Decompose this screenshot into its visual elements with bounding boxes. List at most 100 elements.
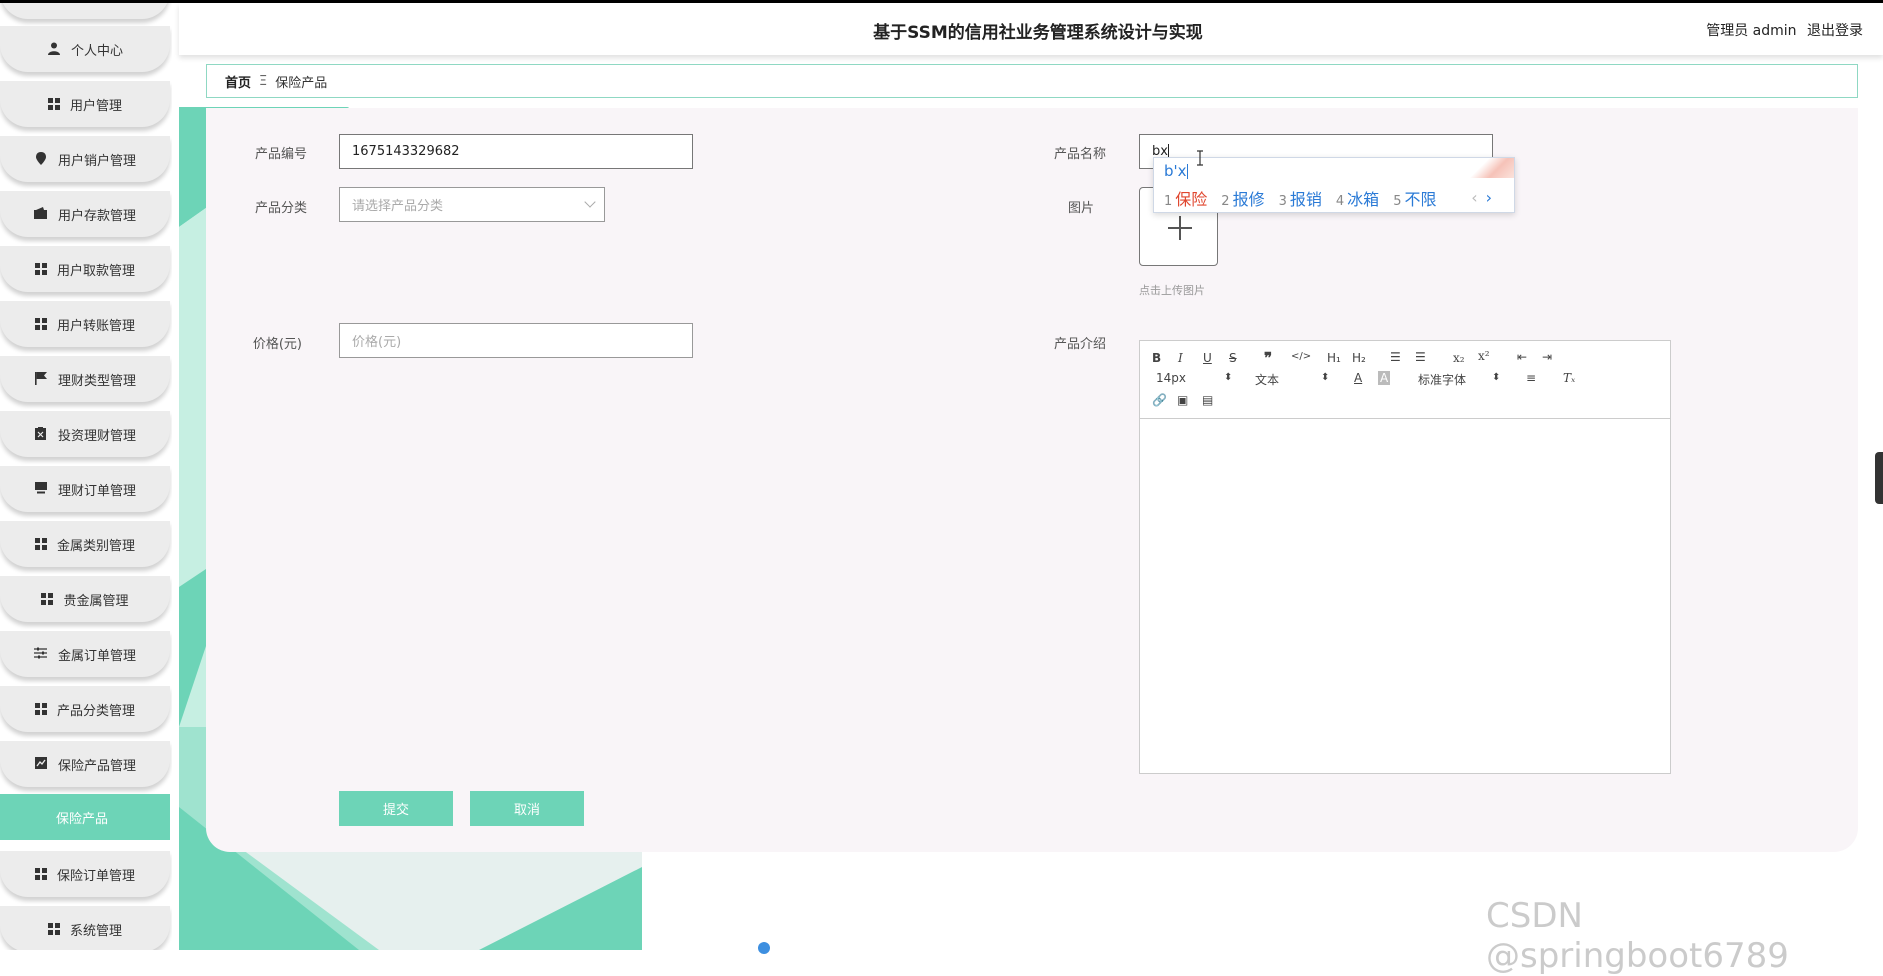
person-icon <box>47 42 61 56</box>
image-icon[interactable]: ▣ <box>1177 393 1188 407</box>
editor-content-area[interactable] <box>1140 420 1670 773</box>
font-size-select[interactable]: 14px <box>1156 371 1186 385</box>
sidebar-item-label: 保险产品 <box>56 811 109 827</box>
sidebar-item-label: 保险产品管理 <box>57 758 136 774</box>
sidebar-item-label: 个人中心 <box>70 43 123 59</box>
video-icon[interactable]: ▤ <box>1202 393 1213 407</box>
sidebar-item-metal-category[interactable]: 金属类别管理 <box>0 521 170 567</box>
grid-icon <box>34 538 47 550</box>
sidebar-item-label: 金属类别管理 <box>56 538 135 554</box>
superscript-icon[interactable]: x² <box>1478 349 1490 363</box>
sidebar-item-insurance-product-mgmt[interactable]: 保险产品管理 <box>0 741 170 787</box>
grid-icon <box>34 263 47 275</box>
ime-prev-icon[interactable]: ‹ <box>1471 188 1477 207</box>
sidebar-item-top-cut <box>0 3 170 19</box>
sidebar-item-finance-type[interactable]: 理财类型管理 <box>0 356 170 402</box>
font-color-icon[interactable]: A <box>1354 371 1362 385</box>
user-role-label: 管理员 admin <box>1706 23 1797 39</box>
sidebar-item-product-category[interactable]: 产品分类管理 <box>0 686 170 732</box>
ime-candidate[interactable]: 1 保险 <box>1164 186 1207 210</box>
align-icon[interactable]: ≡ <box>1526 371 1536 385</box>
ime-candidate[interactable]: 2 报修 <box>1221 186 1264 210</box>
logout-link[interactable]: 退出登录 <box>1807 23 1863 39</box>
bold-icon[interactable]: B <box>1152 351 1161 365</box>
ime-candidate[interactable]: 4 冰箱 <box>1336 186 1379 210</box>
category-placeholder: 请选择产品分类 <box>352 199 444 214</box>
sidebar-item-precious-metal[interactable]: 贵金属管理 <box>0 576 170 622</box>
ordered-list-icon[interactable]: ☰ <box>1390 350 1401 364</box>
sidebar-item-user-mgmt[interactable]: 用户管理 <box>0 81 170 127</box>
ime-composition: b'x <box>1164 162 1188 180</box>
sidebar-item-label: 保险订单管理 <box>56 868 135 884</box>
sidebar-item-insurance-order[interactable]: 保险订单管理 <box>0 851 170 897</box>
sidebar-item-label: 投资理财管理 <box>57 428 136 444</box>
ime-candidate[interactable]: 5 不限 <box>1393 186 1436 210</box>
sidebar-item-label: 产品分类管理 <box>56 703 135 719</box>
subscript-icon[interactable]: x₂ <box>1453 351 1465 365</box>
grid-icon <box>47 98 60 110</box>
category-select[interactable]: 请选择产品分类 <box>339 187 605 222</box>
sidebar-item-transfer[interactable]: 用户转账管理 <box>0 301 170 347</box>
bg-color-icon[interactable]: A <box>1378 371 1391 385</box>
quote-icon[interactable]: ❞ <box>1264 349 1272 367</box>
paragraph-select[interactable]: 文本 <box>1255 371 1279 388</box>
ime-candidate[interactable]: 3 报销 <box>1279 186 1322 210</box>
font-family-select[interactable]: 标准字体 <box>1418 371 1466 388</box>
product-no-input[interactable]: 1675143329682 <box>339 134 693 169</box>
cancel-button[interactable]: 取消 <box>470 791 584 826</box>
wallet-icon <box>34 207 48 221</box>
product-no-label: 产品编号 <box>254 147 307 162</box>
paragraph-arrows-icon: ⬍ <box>1321 372 1330 383</box>
sidebar-item-label: 用户取款管理 <box>56 263 135 279</box>
clear-format-icon[interactable]: Tₓ <box>1563 371 1575 385</box>
sidebar-item-insurance-product[interactable]: 保险产品 <box>0 794 170 840</box>
h1-icon[interactable]: H₁ <box>1327 351 1341 365</box>
sidebar-item-withdraw[interactable]: 用户取款管理 <box>0 246 170 292</box>
grid-icon <box>47 923 60 935</box>
header-user-area: 管理员 admin 退出登录 <box>1700 20 1863 40</box>
page-title: 基于SSM的信用社业务管理系统设计与实现 <box>873 23 1203 43</box>
side-scroll-handle[interactable] <box>1875 452 1883 504</box>
link-icon[interactable]: 🔗 <box>1152 393 1167 407</box>
sidebar-item-label: 用户管理 <box>69 98 122 114</box>
submit-button[interactable]: 提交 <box>339 791 453 826</box>
grid-icon <box>34 703 47 715</box>
sidebar-item-label: 理财订单管理 <box>57 483 136 499</box>
ime-next-icon[interactable]: › <box>1486 188 1492 207</box>
breadcrumb-separator-icon: Ξ <box>259 73 268 89</box>
monitor-icon <box>34 482 48 496</box>
sidebar-item-label: 金属订单管理 <box>57 648 136 664</box>
breadcrumb-current: 保险产品 <box>275 75 328 91</box>
bullet-list-icon[interactable]: ☰ <box>1415 350 1426 364</box>
blue-dot <box>758 942 770 954</box>
price-input[interactable]: 价格(元) <box>339 323 693 358</box>
sidebar-item-label: 用户存款管理 <box>57 208 136 224</box>
h2-icon[interactable]: H₂ <box>1352 351 1366 365</box>
pin-icon <box>34 152 48 166</box>
top-header: 基于SSM的信用社业务管理系统设计与实现 管理员 admin 退出登录 <box>179 3 1883 55</box>
underline-icon[interactable]: U <box>1203 351 1212 365</box>
sidebar-item-account-close[interactable]: 用户销户管理 <box>0 136 170 182</box>
sidebar-item-investment[interactable]: 投资理财管理 <box>0 411 170 457</box>
indent-icon[interactable]: ⇥ <box>1542 350 1552 364</box>
sidebar-item-deposit[interactable]: 用户存款管理 <box>0 191 170 237</box>
italic-icon[interactable]: I <box>1178 351 1183 365</box>
sliders-icon <box>34 647 48 661</box>
code-icon[interactable]: </> <box>1291 351 1311 362</box>
sidebar-item-system[interactable]: 系统管理 <box>0 906 170 950</box>
grid-icon <box>34 318 47 330</box>
strike-icon[interactable]: S <box>1229 351 1237 365</box>
font-size-arrows-icon: ⬍ <box>1224 372 1233 383</box>
sidebar-item-label: 贵金属管理 <box>63 593 129 609</box>
ibeam-cursor-icon <box>1196 150 1204 166</box>
sidebar-item-metal-order[interactable]: 金属订单管理 <box>0 631 170 677</box>
intro-label: 产品介绍 <box>1053 337 1106 352</box>
sidebar-item-label: 用户销户管理 <box>57 153 136 169</box>
ime-page-nav: ‹ › <box>1471 188 1492 207</box>
sidebar-item-finance-order[interactable]: 理财订单管理 <box>0 466 170 512</box>
outdent-icon[interactable]: ⇤ <box>1517 350 1527 364</box>
breadcrumb: 首页 Ξ 保险产品 <box>206 64 1858 98</box>
sidebar-item-profile[interactable]: 个人中心 <box>0 26 170 72</box>
breadcrumb-home[interactable]: 首页 <box>225 72 251 91</box>
chart-icon <box>34 757 48 771</box>
